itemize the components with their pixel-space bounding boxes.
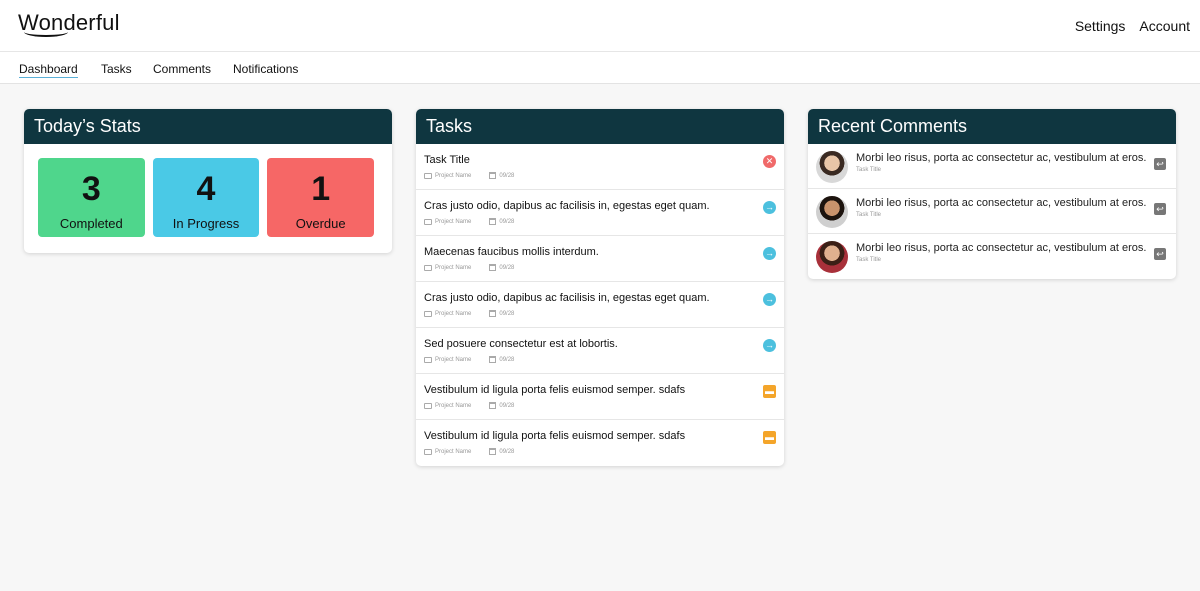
reply-icon[interactable]: ↩ [1154, 248, 1166, 260]
logo-smile-icon [24, 27, 68, 37]
task-date: 09/28 [499, 264, 515, 271]
task-title: Cras justo odio, dapibus ac facilisis in… [424, 200, 710, 212]
task-date: 09/28 [499, 448, 515, 455]
task-project: Project Name [435, 218, 472, 225]
comment-row[interactable]: Morbi leo risus, porta ac consectetur ac… [808, 189, 1176, 234]
comment-row[interactable]: Morbi leo risus, porta ac consectetur ac… [808, 234, 1176, 279]
task-title: Maecenas faucibus mollis interdum. [424, 246, 599, 258]
archive-icon[interactable]: ▬ [763, 385, 776, 398]
task-date: 09/28 [499, 310, 515, 317]
task-title: Vestibulum id ligula porta felis euismod… [424, 430, 686, 442]
sub-navigation: Dashboard Tasks Comments Notifications [0, 52, 1200, 84]
reply-icon[interactable]: ↩ [1154, 203, 1166, 215]
comment-text: Morbi leo risus, porta ac consectetur ac… [856, 197, 1147, 209]
task-project: Project Name [435, 310, 472, 317]
calendar-icon [489, 402, 497, 409]
task-project: Project Name [435, 264, 472, 271]
comment-task: Task Title [856, 212, 882, 218]
archive-icon[interactable]: ▬ [763, 431, 776, 444]
comment-task: Task Title [856, 257, 882, 263]
top-bar: Wonderful Settings Account [0, 0, 1200, 52]
arrow-right-icon[interactable]: → [763, 247, 776, 260]
comments-list: Morbi leo risus, porta ac consectetur ac… [808, 144, 1176, 279]
folder-icon [424, 356, 432, 363]
task-project: Project Name [435, 172, 472, 179]
task-row[interactable]: Vestibulum id ligula porta felis euismod… [416, 374, 784, 420]
task-meta: Project Name 09/28 [424, 402, 514, 409]
settings-link[interactable]: Settings [1075, 18, 1126, 34]
task-row[interactable]: Sed posuere consectetur est at lobortis.… [416, 328, 784, 374]
task-title: Task Title [424, 154, 470, 166]
task-title: Vestibulum id ligula porta felis euismod… [424, 384, 686, 396]
avatar [816, 196, 848, 228]
stat-completed[interactable]: 3 Completed [38, 158, 145, 237]
task-project: Project Name [435, 356, 472, 363]
tasks-list: Task Title Project Name 09/28 ✕ Cras just… [416, 144, 784, 466]
comment-text: Morbi leo risus, porta ac consectetur ac… [856, 242, 1147, 254]
task-meta: Project Name 09/28 [424, 218, 514, 225]
task-meta: Project Name 09/28 [424, 356, 514, 363]
folder-icon [424, 402, 432, 409]
stat-value: 1 [311, 170, 331, 208]
reply-icon[interactable]: ↩ [1154, 158, 1166, 170]
task-meta: Project Name 09/28 [424, 172, 514, 179]
comment-task: Task Title [856, 167, 882, 173]
tab-notifications[interactable]: Notifications [233, 62, 298, 76]
task-project: Project Name [435, 448, 472, 455]
stat-value: 3 [81, 170, 101, 208]
task-date: 09/28 [499, 402, 515, 409]
task-date: 09/28 [499, 172, 515, 179]
calendar-icon [489, 218, 497, 225]
comments-card: Recent Comments Morbi leo risus, porta a… [808, 109, 1176, 279]
task-row[interactable]: Task Title Project Name 09/28 ✕ [416, 144, 784, 190]
task-row[interactable]: Cras justo odio, dapibus ac facilisis in… [416, 190, 784, 236]
comments-title: Recent Comments [808, 109, 1176, 144]
close-icon[interactable]: ✕ [763, 155, 776, 168]
account-link[interactable]: Account [1139, 18, 1190, 34]
stat-value: 4 [196, 170, 216, 208]
task-row[interactable]: Vestibulum id ligula porta felis euismod… [416, 420, 784, 466]
task-title: Cras justo odio, dapibus ac facilisis in… [424, 292, 710, 304]
stats-title: Today’s Stats [24, 109, 392, 144]
avatar [816, 151, 848, 183]
tasks-card: Tasks Task Title Project Name 09/28 ✕ Cra… [416, 109, 784, 466]
tab-dashboard[interactable]: Dashboard [19, 62, 78, 78]
top-links: Settings Account [1075, 18, 1190, 34]
task-date: 09/28 [499, 356, 515, 363]
stat-label: Completed [59, 216, 123, 231]
stat-overdue[interactable]: 1 Overdue [267, 158, 375, 237]
comment-row[interactable]: Morbi leo risus, porta ac consectetur ac… [808, 144, 1176, 189]
calendar-icon [489, 264, 497, 271]
tab-tasks[interactable]: Tasks [101, 62, 132, 76]
comment-text: Morbi leo risus, porta ac consectetur ac… [856, 152, 1147, 164]
stat-label: Overdue [295, 216, 346, 231]
folder-icon [424, 264, 432, 271]
task-row[interactable]: Cras justo odio, dapibus ac facilisis in… [416, 282, 784, 328]
task-meta: Project Name 09/28 [424, 310, 514, 317]
avatar [816, 241, 848, 273]
arrow-right-icon[interactable]: → [763, 293, 776, 306]
arrow-right-icon[interactable]: → [763, 201, 776, 214]
folder-icon [424, 448, 432, 455]
stats-row: 3 Completed 4 In Progress 1 Overdue [24, 144, 392, 253]
task-title: Sed posuere consectetur est at lobortis. [424, 338, 618, 350]
tab-comments[interactable]: Comments [153, 62, 211, 76]
calendar-icon [489, 310, 497, 317]
tasks-title: Tasks [416, 109, 784, 144]
arrow-right-icon[interactable]: → [763, 339, 776, 352]
folder-icon [424, 172, 432, 179]
calendar-icon [489, 448, 497, 455]
folder-icon [424, 310, 432, 317]
task-project: Project Name [435, 402, 472, 409]
stat-label: In Progress [172, 216, 240, 231]
task-date: 09/28 [499, 218, 515, 225]
task-meta: Project Name 09/28 [424, 448, 514, 455]
folder-icon [424, 218, 432, 225]
calendar-icon [489, 172, 497, 179]
calendar-icon [489, 356, 497, 363]
stats-card: Today’s Stats 3 Completed 4 In Progress … [24, 109, 392, 253]
task-row[interactable]: Maecenas faucibus mollis interdum. Proje… [416, 236, 784, 282]
stat-in-progress[interactable]: 4 In Progress [152, 158, 260, 237]
task-meta: Project Name 09/28 [424, 264, 514, 271]
